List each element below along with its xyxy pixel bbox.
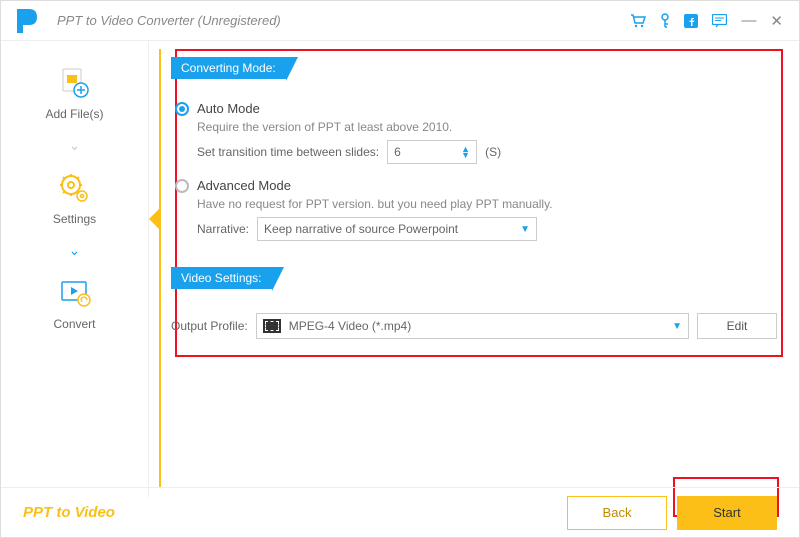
footer: PPT to Video Back Start xyxy=(1,487,799,537)
sidebar-label: Settings xyxy=(53,212,96,226)
chevron-down-icon: ⌄ xyxy=(69,137,81,154)
auto-mode-radio[interactable] xyxy=(175,102,189,116)
feedback-icon[interactable] xyxy=(712,14,727,28)
title-bar-actions: — ✕ xyxy=(630,12,783,30)
advanced-mode-block: Advanced Mode Have no request for PPT ve… xyxy=(175,178,777,241)
main-panel: Converting Mode: Auto Mode Require the v… xyxy=(149,41,799,497)
output-value: MPEG-4 Video (*.mp4) xyxy=(289,319,412,333)
settings-icon xyxy=(56,170,92,206)
auto-mode-block: Auto Mode Require the version of PPT at … xyxy=(175,101,777,164)
add-file-icon xyxy=(56,65,92,101)
advanced-mode-radio[interactable] xyxy=(175,179,189,193)
section-video-settings: Video Settings: xyxy=(171,267,272,289)
edit-button[interactable]: Edit xyxy=(697,313,777,339)
chevron-down-icon: ⌄ xyxy=(69,242,81,259)
facebook-icon[interactable] xyxy=(684,14,698,28)
dropdown-icon: ▼ xyxy=(672,321,682,332)
output-row: Output Profile: MPEG-4 Video (*.mp4) ▼ E… xyxy=(171,313,777,339)
accent-pointer xyxy=(149,209,159,229)
transition-unit: (S) xyxy=(485,145,501,159)
output-label: Output Profile: xyxy=(171,319,248,333)
sidebar-item-add-files[interactable]: Add File(s) xyxy=(45,65,103,121)
sidebar-item-settings[interactable]: Settings xyxy=(53,170,96,226)
app-logo xyxy=(17,7,45,35)
cart-icon[interactable] xyxy=(630,14,646,28)
transition-input[interactable]: 6 ▲▼ xyxy=(387,140,477,164)
narrative-label: Narrative: xyxy=(197,222,249,236)
close-icon[interactable]: ✕ xyxy=(770,12,783,30)
app-window: PPT to Video Converter (Unregistered) — … xyxy=(0,0,800,538)
advanced-mode-title: Advanced Mode xyxy=(197,178,291,193)
section-converting-mode: Converting Mode: xyxy=(171,57,286,79)
video-format-icon xyxy=(263,319,281,333)
sidebar: Add File(s) ⌄ Settings ⌄ Convert xyxy=(1,41,149,497)
sidebar-label: Add File(s) xyxy=(45,107,103,121)
sidebar-item-convert[interactable]: Convert xyxy=(53,275,95,331)
back-button[interactable]: Back xyxy=(567,496,667,530)
advanced-mode-desc: Have no request for PPT version. but you… xyxy=(197,197,777,211)
transition-value: 6 xyxy=(394,145,401,159)
key-icon[interactable] xyxy=(660,13,670,29)
sidebar-label: Convert xyxy=(53,317,95,331)
auto-mode-desc: Require the version of PPT at least abov… xyxy=(197,120,777,134)
window-title: PPT to Video Converter (Unregistered) xyxy=(57,13,630,28)
convert-icon xyxy=(57,275,93,311)
title-bar: PPT to Video Converter (Unregistered) — … xyxy=(1,1,799,41)
start-button[interactable]: Start xyxy=(677,496,777,530)
dropdown-icon: ▼ xyxy=(520,224,530,235)
auto-mode-title: Auto Mode xyxy=(197,101,260,116)
transition-label: Set transition time between slides: xyxy=(197,145,379,159)
narrative-value: Keep narrative of source Powerpoint xyxy=(264,222,458,236)
spinner-icon[interactable]: ▲▼ xyxy=(461,146,470,158)
output-profile-select[interactable]: MPEG-4 Video (*.mp4) ▼ xyxy=(256,313,689,339)
minimize-icon[interactable]: — xyxy=(741,12,756,29)
narrative-select[interactable]: Keep narrative of source Powerpoint ▼ xyxy=(257,217,537,241)
brand-text: PPT to Video xyxy=(23,504,115,521)
